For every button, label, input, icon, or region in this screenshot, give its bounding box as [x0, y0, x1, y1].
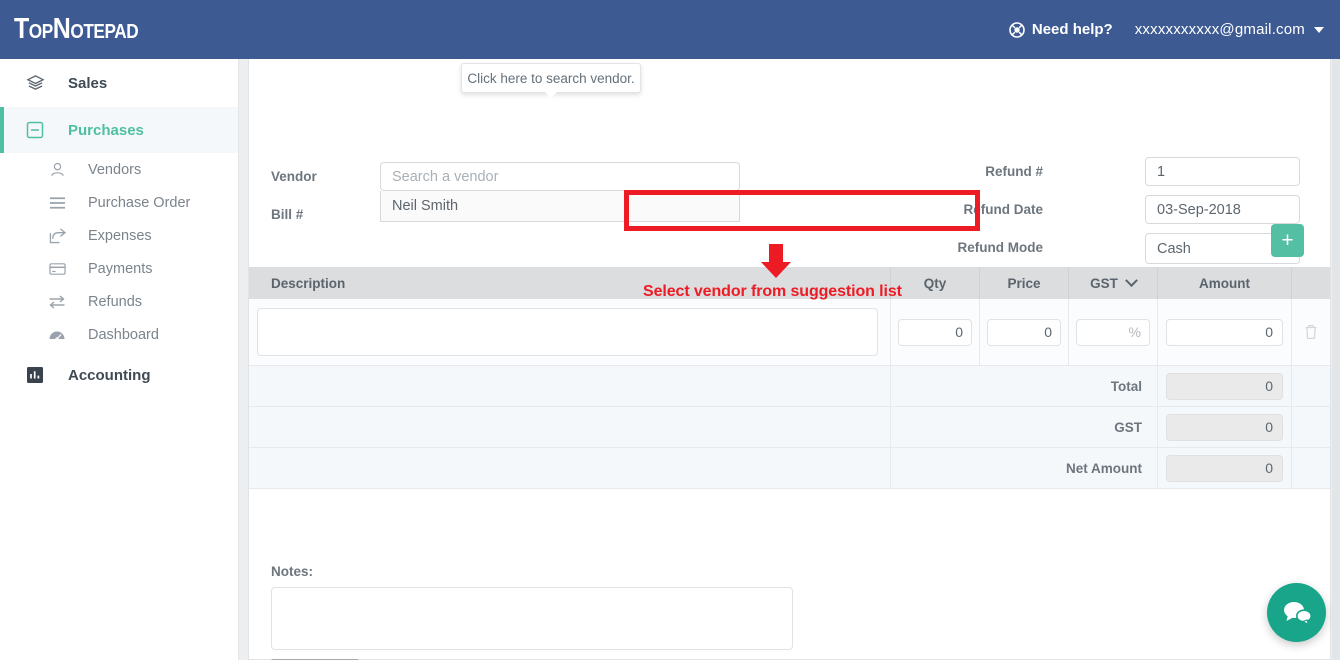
table-row	[249, 299, 1330, 366]
totals-spacer	[249, 407, 891, 447]
top-header-bar: TopNotepad Need help? xxxxxxxxxxx@gmail.…	[0, 0, 1340, 59]
totals-row-gst: GST 0	[249, 407, 1330, 448]
cell-amount	[1158, 299, 1292, 365]
column-header-amount: Amount	[1158, 267, 1292, 299]
totals-row-net-amount: Net Amount 0	[249, 448, 1330, 489]
speedometer-icon	[46, 327, 68, 342]
sidebar: Sales Purchases Vendors	[0, 59, 239, 660]
qty-input[interactable]	[898, 319, 972, 346]
gst-input[interactable]	[1076, 319, 1150, 346]
column-header-gst[interactable]: GST	[1069, 267, 1158, 299]
annotation-down-arrow-icon	[757, 242, 795, 285]
share-icon	[46, 227, 68, 244]
column-header-price: Price	[980, 267, 1069, 299]
total-value: 0	[1166, 373, 1283, 400]
layers-icon	[22, 74, 48, 93]
chevron-down-icon	[1314, 27, 1324, 33]
sidebar-item-purchases[interactable]: Purchases	[0, 107, 238, 153]
gst-total-value-cell: 0	[1158, 407, 1292, 447]
sidebar-label-vendors: Vendors	[88, 162, 141, 178]
sidebar-label-dashboard: Dashboard	[88, 327, 159, 343]
sidebar-label-purchases: Purchases	[68, 122, 144, 139]
chevron-down-icon	[1125, 274, 1138, 287]
refund-number-label: Refund #	[985, 164, 1043, 179]
sidebar-item-payments[interactable]: Payments	[0, 252, 238, 285]
column-header-qty: Qty	[891, 267, 980, 299]
total-label: Total	[891, 366, 1158, 406]
app-root: TopNotepad Need help? xxxxxxxxxxx@gmail.…	[0, 0, 1340, 660]
need-help-button[interactable]: Need help?	[1009, 21, 1113, 38]
refund-mode-value: Cash	[1157, 241, 1191, 257]
notes-label: Notes:	[271, 564, 313, 579]
list-icon	[46, 196, 68, 210]
sidebar-label-expenses: Expenses	[88, 228, 152, 244]
cell-qty	[891, 299, 980, 365]
description-input[interactable]	[257, 308, 878, 356]
sidebar-item-sales[interactable]: Sales	[0, 59, 238, 107]
vendor-label: Vendor	[271, 169, 317, 184]
app-logo[interactable]: TopNotepad	[14, 10, 138, 48]
sidebar-label-refunds: Refunds	[88, 294, 142, 310]
totals-spacer	[249, 448, 891, 488]
add-row-button[interactable]: +	[1271, 224, 1304, 257]
bill-number-label: Bill #	[271, 207, 303, 222]
vendor-search-input[interactable]	[380, 162, 740, 191]
content-area: Vendor Bill # Neil Smith Select vendor f…	[239, 59, 1340, 660]
delete-row-button[interactable]	[1292, 299, 1330, 365]
user-icon	[46, 161, 68, 178]
refund-form-card: Vendor Bill # Neil Smith Select vendor f…	[248, 59, 1331, 660]
price-input[interactable]	[987, 319, 1061, 346]
refund-mode-label: Refund Mode	[958, 240, 1044, 255]
sidebar-item-expenses[interactable]: Expenses	[0, 219, 238, 252]
chat-bubbles-icon	[1281, 599, 1313, 627]
sidebar-item-accounting[interactable]: Accounting	[0, 351, 238, 399]
sidebar-label-sales: Sales	[68, 75, 107, 92]
sidebar-label-payments: Payments	[88, 261, 152, 277]
chat-widget-button[interactable]	[1267, 583, 1326, 642]
net-amount-label: Net Amount	[891, 448, 1158, 488]
totals-row-total: Total 0	[249, 366, 1330, 407]
user-email-label: xxxxxxxxxxx@gmail.com	[1135, 21, 1305, 38]
vendor-search-tooltip: Click here to search vendor.	[461, 63, 641, 93]
gst-total-label: GST	[891, 407, 1158, 447]
cell-price	[980, 299, 1069, 365]
totals-end-spacer	[1292, 366, 1330, 406]
gst-total-value: 0	[1166, 414, 1283, 441]
vendor-suggestion-item[interactable]: Neil Smith	[380, 191, 740, 222]
cell-gst	[1069, 299, 1158, 365]
column-header-gst-label: GST	[1090, 276, 1118, 291]
amount-input[interactable]	[1166, 319, 1283, 346]
sidebar-label-accounting: Accounting	[68, 367, 151, 384]
sidebar-label-purchase-order: Purchase Order	[88, 195, 190, 211]
refund-date-label: Refund Date	[963, 202, 1043, 217]
annotation-text: Select vendor from suggestion list	[643, 283, 902, 301]
trash-icon	[1304, 324, 1318, 340]
totals-end-spacer	[1292, 448, 1330, 488]
sidebar-item-vendors[interactable]: Vendors	[0, 153, 238, 186]
credit-card-icon	[46, 262, 68, 276]
net-amount-value-cell: 0	[1158, 448, 1292, 488]
lifering-icon	[1009, 22, 1025, 38]
minus-square-icon	[22, 121, 48, 139]
refund-number-input[interactable]	[1145, 157, 1300, 186]
need-help-label: Need help?	[1032, 21, 1113, 38]
notes-textarea[interactable]	[271, 587, 793, 650]
sidebar-item-purchase-order[interactable]: Purchase Order	[0, 186, 238, 219]
sidebar-item-dashboard[interactable]: Dashboard	[0, 318, 238, 351]
sidebar-item-refunds[interactable]: Refunds	[0, 285, 238, 318]
cell-description	[249, 299, 891, 365]
totals-end-spacer	[1292, 407, 1330, 447]
bar-chart-icon	[22, 366, 48, 384]
net-amount-value: 0	[1166, 455, 1283, 482]
vendor-search-group: Neil Smith	[380, 162, 740, 222]
column-header-actions	[1292, 267, 1330, 299]
refund-date-input[interactable]	[1145, 195, 1300, 224]
user-account-menu[interactable]: xxxxxxxxxxx@gmail.com	[1135, 21, 1324, 38]
total-value-cell: 0	[1158, 366, 1292, 406]
header-right-group: Need help? xxxxxxxxxxx@gmail.com	[1009, 0, 1324, 59]
exchange-icon	[46, 294, 68, 309]
page-scrollbar[interactable]	[1332, 59, 1340, 660]
totals-spacer	[249, 366, 891, 406]
